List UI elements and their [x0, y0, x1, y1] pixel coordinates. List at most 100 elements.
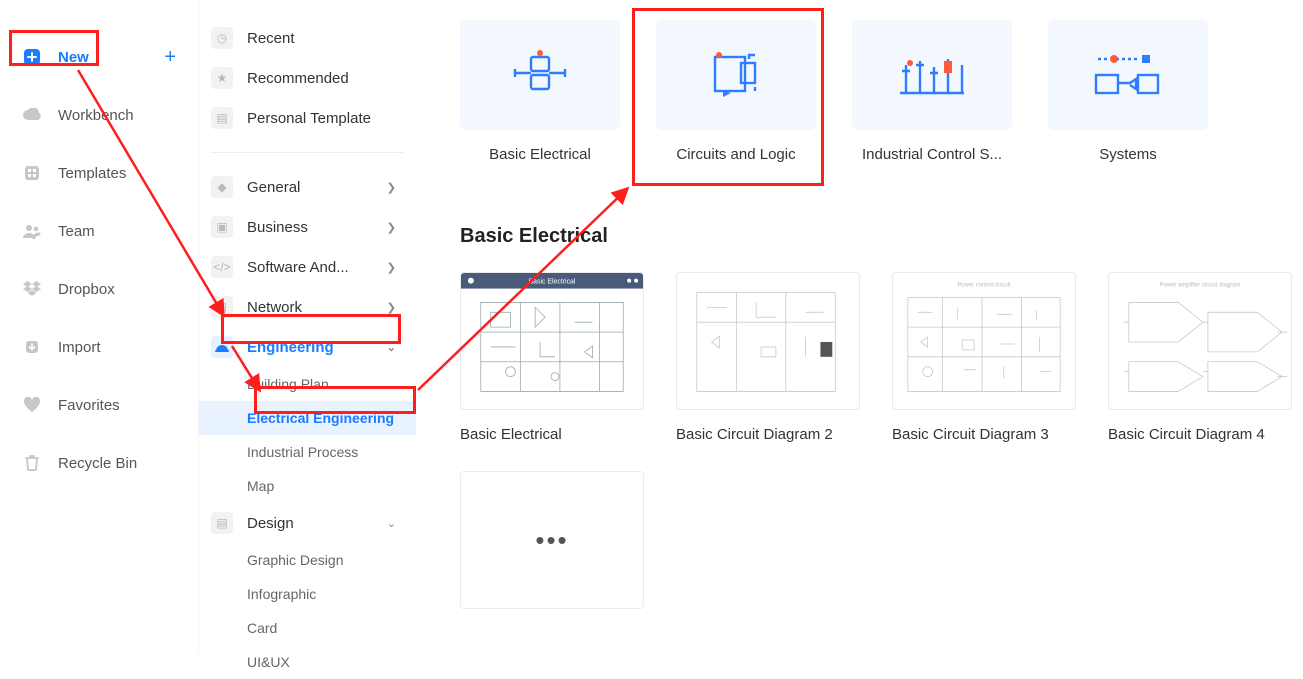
template-label: Basic Circuit Diagram 2	[676, 426, 860, 443]
cat-engineering[interactable]: Engineering ⌄	[199, 327, 416, 367]
sub-label: Building Plan	[247, 376, 329, 392]
nav-item-workbench[interactable]: Workbench	[0, 86, 198, 144]
cat-label: Business	[247, 219, 308, 236]
cat-label: Personal Template	[247, 110, 371, 127]
more-thumb: •••	[460, 471, 644, 609]
nav-item-new[interactable]: New +	[0, 28, 198, 86]
tile-label: Basic Electrical	[460, 146, 620, 163]
chevron-down-icon: ⌄	[387, 517, 396, 530]
sub-uiux[interactable]: UI&UX	[199, 645, 416, 679]
heart-icon	[22, 395, 42, 415]
cat-label: Recent	[247, 30, 295, 47]
tile-industrial-control[interactable]: Industrial Control S...	[852, 20, 1012, 163]
section-title: Basic Electrical	[460, 225, 1303, 248]
cat-business[interactable]: ▣ Business ❯	[199, 207, 416, 247]
template-basic-electrical[interactable]: Basic Electrical Basic Electrical	[460, 272, 644, 443]
sub-label: Electrical Engineering	[247, 410, 394, 426]
network-icon: ⊞	[211, 296, 233, 318]
people-icon	[22, 221, 42, 241]
tile-systems[interactable]: Systems	[1048, 20, 1208, 163]
nav-item-label: Recycle Bin	[58, 455, 137, 472]
sub-industrial-process[interactable]: Industrial Process	[199, 435, 416, 469]
nav-item-label: Team	[58, 223, 95, 240]
cat-label: Recommended	[247, 70, 349, 87]
cat-design[interactable]: ▤ Design ⌄	[199, 503, 416, 543]
template-label: Basic Circuit Diagram 4	[1108, 426, 1292, 443]
nav-item-templates[interactable]: Templates	[0, 144, 198, 202]
chevron-right-icon: ❯	[387, 221, 396, 234]
plus-square-icon	[22, 47, 42, 67]
sub-graphic-design[interactable]: Graphic Design	[199, 543, 416, 577]
template-circuit-4[interactable]: Power amplifier circuit diagram Basic Ci…	[1108, 272, 1292, 443]
nav-item-label: Workbench	[58, 107, 134, 124]
cat-label: General	[247, 179, 300, 196]
cat-label: Design	[247, 515, 294, 532]
svg-text:Basic Electrical: Basic Electrical	[529, 279, 576, 286]
sub-building-plan[interactable]: Building Plan	[199, 367, 416, 401]
cloud-icon	[22, 105, 42, 125]
chevron-down-icon: ⌄	[387, 341, 396, 354]
cat-general[interactable]: ◆ General ❯	[199, 167, 416, 207]
add-new-icon[interactable]: +	[164, 46, 176, 69]
clock-icon: ◷	[211, 27, 233, 49]
tag-icon: ◆	[211, 176, 233, 198]
template-thumb: Power control circuit	[892, 272, 1076, 410]
sub-card[interactable]: Card	[199, 611, 416, 645]
design-icon: ▤	[211, 512, 233, 534]
sub-label: UI&UX	[247, 654, 290, 670]
sub-label: Infographic	[247, 586, 316, 602]
circuits-logic-icon	[656, 20, 816, 130]
import-icon	[22, 337, 42, 357]
cat-label: Software And...	[247, 259, 349, 276]
nav-item-favorites[interactable]: Favorites	[0, 376, 198, 434]
chevron-right-icon: ❯	[387, 261, 396, 274]
template-circuit-3[interactable]: Power control circuit Basic Circuit Diag…	[892, 272, 1076, 443]
code-icon: </>	[211, 256, 233, 278]
svg-text:Power amplifier circuit diagra: Power amplifier circuit diagram	[1160, 283, 1241, 289]
cat-network[interactable]: ⊞ Network ❯	[199, 287, 416, 327]
template-row-2: •••	[460, 471, 1303, 609]
template-label: Basic Circuit Diagram 3	[892, 426, 1076, 443]
nav-item-import[interactable]: Import	[0, 318, 198, 376]
business-icon: ▣	[211, 216, 233, 238]
sub-label: Graphic Design	[247, 552, 344, 568]
chevron-right-icon: ❯	[387, 181, 396, 194]
sub-electrical-engineering[interactable]: Electrical Engineering	[199, 401, 416, 435]
cat-label: Network	[247, 299, 302, 316]
sub-label: Map	[247, 478, 274, 494]
trash-icon	[22, 453, 42, 473]
dropbox-icon	[22, 279, 42, 299]
cat-recent[interactable]: ◷ Recent	[199, 18, 416, 58]
main-content: Basic Electrical Circuits and Logic	[416, 0, 1303, 655]
nav-item-dropbox[interactable]: Dropbox	[0, 260, 198, 318]
tile-label: Circuits and Logic	[656, 146, 816, 163]
template-thumb: Basic Electrical	[460, 272, 644, 410]
tile-basic-electrical[interactable]: Basic Electrical	[460, 20, 620, 163]
sub-infographic[interactable]: Infographic	[199, 577, 416, 611]
tile-circuits-logic[interactable]: Circuits and Logic	[656, 20, 816, 163]
cat-recommended[interactable]: ★ Recommended	[199, 58, 416, 98]
cat-software[interactable]: </> Software And... ❯	[199, 247, 416, 287]
primary-nav: New + Workbench Templates Team Dropbox	[0, 0, 198, 655]
category-panel: ◷ Recent ★ Recommended ▤ Personal Templa…	[198, 0, 416, 655]
tile-label: Systems	[1048, 146, 1208, 163]
nav-item-label: Import	[58, 339, 101, 356]
chevron-right-icon: ❯	[387, 301, 396, 314]
cat-label: Engineering	[247, 339, 334, 356]
basic-electrical-icon	[460, 20, 620, 130]
tile-label: Industrial Control S...	[852, 146, 1012, 163]
template-thumb: Power amplifier circuit diagram	[1108, 272, 1292, 410]
template-more[interactable]: •••	[460, 471, 644, 609]
template-icon: ▤	[211, 107, 233, 129]
template-circuit-2[interactable]: Basic Circuit Diagram 2	[676, 272, 860, 443]
svg-text:Power control circuit: Power control circuit	[957, 283, 1011, 289]
cat-personal-template[interactable]: ▤ Personal Template	[199, 98, 416, 138]
template-label: Basic Electrical	[460, 426, 644, 443]
template-thumb	[676, 272, 860, 410]
nav-item-team[interactable]: Team	[0, 202, 198, 260]
sub-map[interactable]: Map	[199, 469, 416, 503]
sub-label: Industrial Process	[247, 444, 358, 460]
nav-item-label: Dropbox	[58, 281, 115, 298]
industrial-control-icon	[852, 20, 1012, 130]
nav-item-recycle-bin[interactable]: Recycle Bin	[0, 434, 198, 492]
